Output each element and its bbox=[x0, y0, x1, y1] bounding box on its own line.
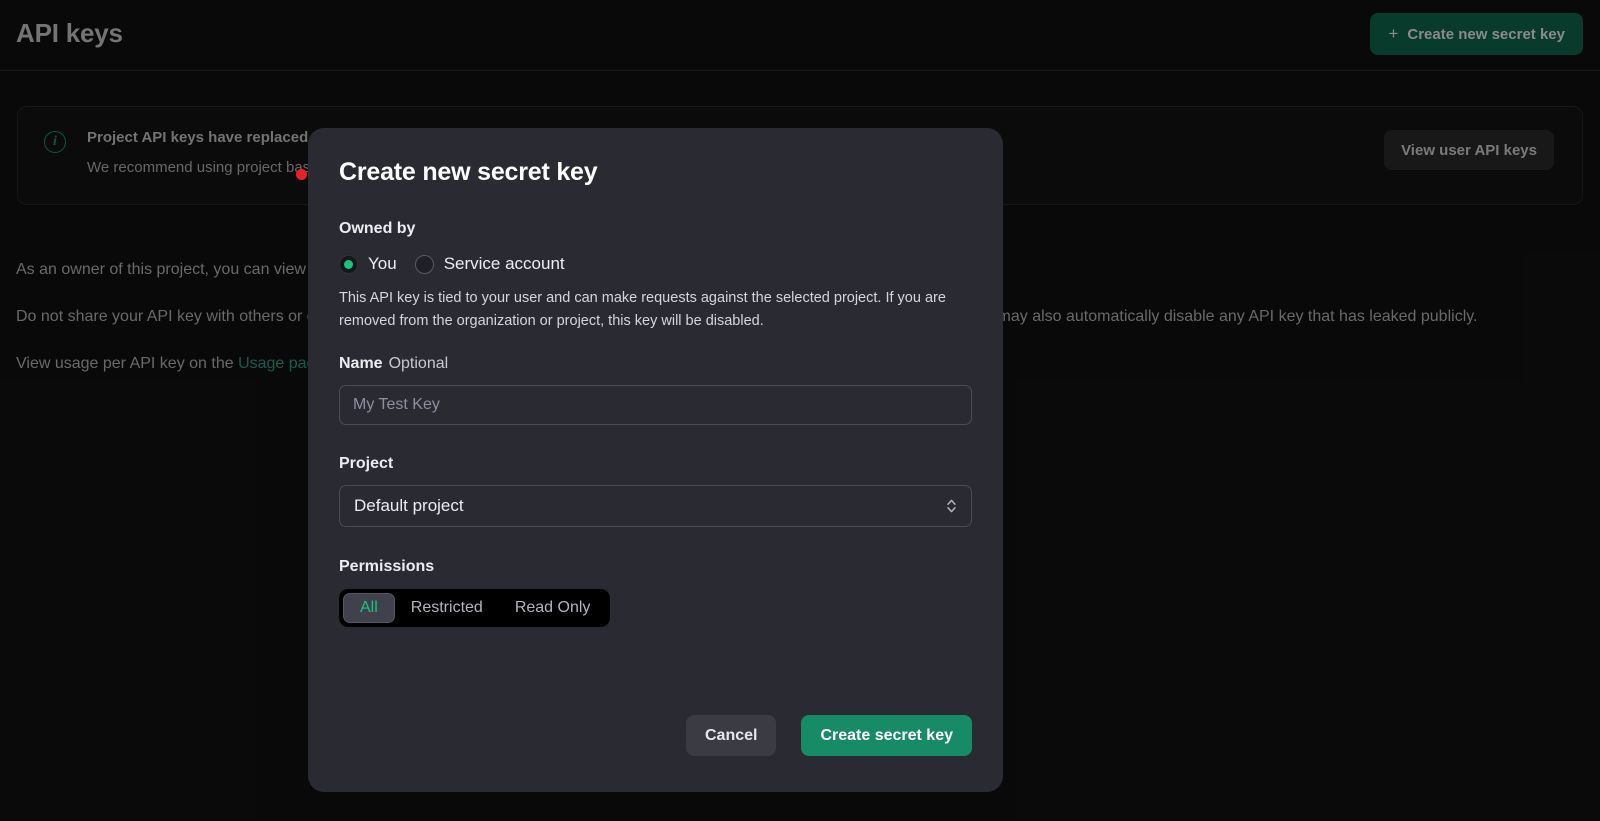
modal-title: Create new secret key bbox=[339, 158, 598, 186]
permissions-field-label: Permissions bbox=[339, 558, 435, 575]
api-keys-page: API keys + Create new secret key i Proje… bbox=[0, 0, 1600, 821]
owned-by-radio-group: You Service account bbox=[339, 254, 972, 274]
owned-by-label: Owned by bbox=[339, 220, 416, 237]
radio-service-account-label: Service account bbox=[443, 254, 565, 273]
project-field-label: Project bbox=[339, 455, 394, 472]
permissions-segmented-control: All Restricted Read Only bbox=[339, 589, 611, 627]
radio-you-label: You bbox=[368, 254, 397, 273]
radio-option-you[interactable]: You bbox=[339, 254, 397, 274]
cancel-button[interactable]: Cancel bbox=[685, 715, 777, 756]
key-name-input[interactable] bbox=[339, 385, 972, 425]
owned-by-helper-text: This API key is tied to your user and ca… bbox=[339, 290, 946, 329]
radio-option-service-account[interactable]: Service account bbox=[414, 254, 565, 274]
radio-you-icon bbox=[339, 254, 358, 274]
project-select-wrapper: Default project bbox=[339, 485, 972, 527]
permission-tab-read-only[interactable]: Read Only bbox=[499, 593, 607, 623]
name-label-text: Name bbox=[339, 355, 383, 372]
name-field-label: Name Optional bbox=[339, 355, 972, 373]
create-secret-key-submit-button[interactable]: Create secret key bbox=[801, 715, 972, 756]
modal-footer: Cancel Create secret key bbox=[685, 715, 972, 756]
mouse-cursor-dot bbox=[296, 169, 307, 180]
permission-tab-restricted[interactable]: Restricted bbox=[395, 593, 499, 623]
project-select-value: Default project bbox=[354, 496, 464, 515]
radio-service-account-icon bbox=[414, 254, 434, 274]
name-optional-text: Optional bbox=[388, 355, 449, 372]
create-secret-key-modal: Create new secret key Owned by You Servi… bbox=[308, 128, 1003, 792]
permission-tab-all[interactable]: All bbox=[343, 593, 395, 623]
project-select[interactable]: Default project bbox=[339, 485, 972, 527]
